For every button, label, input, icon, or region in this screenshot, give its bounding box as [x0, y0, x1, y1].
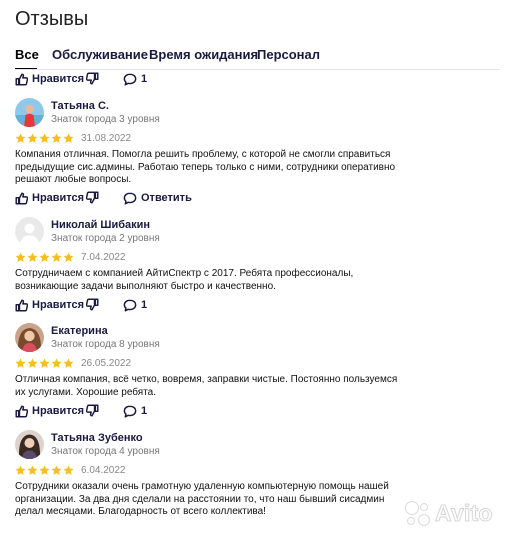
tab-waiting-time[interactable]: Время ожидания [149, 47, 258, 62]
reply-button[interactable]: Ответить [123, 191, 192, 205]
avatar[interactable] [15, 217, 44, 246]
reviewer-level: Знаток города 8 уровня [51, 339, 160, 350]
star-icon [51, 252, 62, 262]
like-label: Нравится [32, 192, 85, 204]
dislike-button[interactable] [86, 191, 103, 204]
like-label: Нравится [32, 405, 85, 417]
comment-count: 1 [141, 405, 148, 417]
star-icon [27, 252, 38, 262]
review-date: 7.04.2022 [81, 252, 126, 263]
star-icon [63, 133, 74, 143]
tab-all[interactable]: Все [15, 47, 39, 62]
avito-watermark: Avito [405, 500, 493, 527]
review-date: 26.05.2022 [81, 358, 132, 369]
star-icon [15, 465, 26, 475]
reviewer-name[interactable]: Татьяна С. [51, 100, 109, 112]
like-button[interactable]: Нравится [15, 72, 84, 86]
avatar-photo-icon [15, 430, 44, 459]
star-icon [15, 358, 26, 368]
comment-icon [123, 192, 137, 205]
comment-count: 1 [141, 299, 148, 311]
avatar[interactable] [15, 430, 44, 459]
thumbs-up-icon [15, 404, 28, 418]
comment-count: 1 [141, 73, 148, 85]
tabs-bar: Все Обслуживание Время ожидания Персонал [15, 47, 510, 70]
tab-service[interactable]: Обслуживание [52, 47, 148, 62]
like-button[interactable]: Нравится [15, 298, 84, 312]
star-icon [15, 133, 26, 143]
thumbs-down-icon [86, 404, 99, 417]
star-icon [63, 465, 74, 475]
reviewer-name[interactable]: Татьяна Зубенко [51, 432, 143, 444]
star-icon [63, 252, 74, 262]
rating-stars [15, 465, 74, 476]
dislike-button[interactable] [86, 298, 103, 311]
watermark-text: Avito [435, 500, 493, 527]
like-button[interactable]: Нравится [15, 404, 84, 418]
comment-icon [123, 299, 137, 312]
thumbs-up-icon [15, 191, 28, 205]
reviewer-name[interactable]: Николай Шибакин [51, 219, 150, 231]
star-icon [39, 133, 50, 143]
review-text: Сотрудники оказали очень грамотную удале… [15, 481, 389, 517]
reviewer-level: Знаток города 4 уровня [51, 446, 160, 457]
like-label: Нравится [32, 299, 85, 311]
reviewer-level: Знаток города 3 уровня [51, 114, 160, 125]
review-date: 6.04.2022 [81, 465, 126, 476]
page-title: Отзывы [15, 8, 89, 30]
dislike-button[interactable] [86, 72, 103, 85]
comment-icon [123, 405, 137, 418]
star-icon [27, 133, 38, 143]
avito-logo-icon [405, 500, 431, 527]
star-icon [39, 358, 50, 368]
tabs-divider [15, 69, 500, 70]
like-label: Нравится [32, 73, 85, 85]
reply-label: Ответить [141, 192, 192, 204]
thumbs-down-icon [86, 72, 99, 85]
dislike-button[interactable] [86, 404, 103, 417]
reviewer-level: Знаток города 2 уровня [51, 233, 160, 244]
star-icon [51, 358, 62, 368]
tab-staff[interactable]: Персонал [257, 47, 320, 62]
avatar[interactable] [15, 98, 44, 127]
star-icon [51, 465, 62, 475]
star-icon [27, 465, 38, 475]
like-button[interactable]: Нравится [15, 191, 84, 205]
star-icon [39, 465, 50, 475]
comments-button[interactable]: 1 [123, 298, 147, 312]
comments-button[interactable]: 1 [123, 72, 147, 86]
thumbs-up-icon [15, 298, 28, 312]
thumbs-down-icon [86, 298, 99, 311]
review-text: Сотрудничаем с компанией АйтиСпектр с 20… [15, 268, 354, 292]
star-icon [39, 252, 50, 262]
default-user-avatar-icon [15, 217, 44, 246]
star-icon [63, 358, 74, 368]
star-icon [51, 133, 62, 143]
star-icon [27, 358, 38, 368]
comments-button[interactable]: 1 [123, 404, 147, 418]
review-text: Компания отличная. Помогла решить пробле… [15, 149, 396, 185]
thumbs-up-icon [15, 72, 28, 86]
avatar[interactable] [15, 323, 44, 352]
star-icon [15, 252, 26, 262]
avatar-photo-icon [15, 98, 44, 127]
thumbs-down-icon [86, 191, 99, 204]
rating-stars [15, 252, 74, 263]
review-date: 31.08.2022 [81, 133, 132, 144]
rating-stars [15, 133, 74, 144]
rating-stars [15, 358, 74, 369]
reviewer-name[interactable]: Екатерина [51, 325, 108, 337]
avatar-photo-icon [15, 323, 44, 352]
comment-icon [123, 73, 137, 86]
review-text: Отличная компания, всё четко, вовремя, з… [15, 374, 398, 398]
